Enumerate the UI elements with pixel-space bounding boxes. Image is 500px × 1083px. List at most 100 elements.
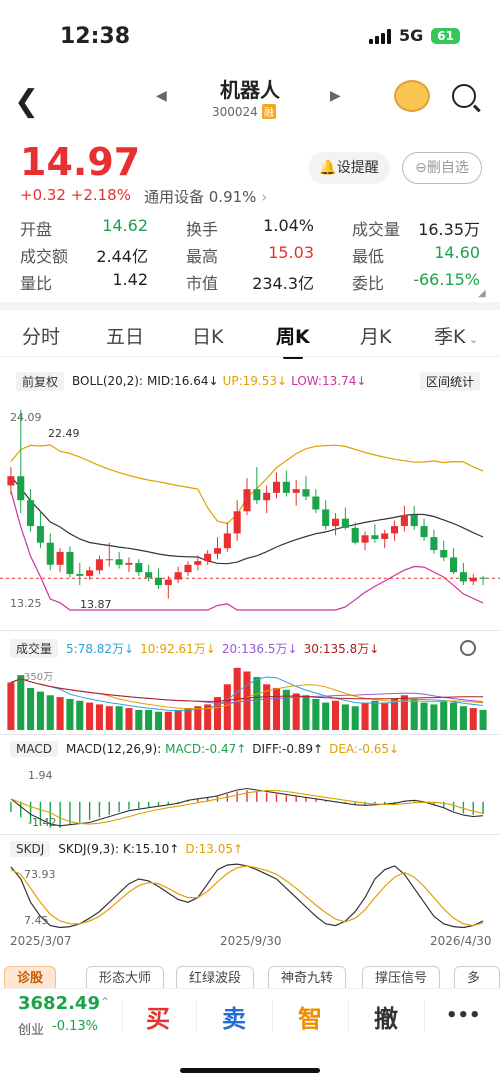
macd-chart[interactable] (0, 762, 500, 832)
skdj-top-label: 73.93 (24, 868, 56, 881)
set-alert-button[interactable]: 🔔设提醒 (308, 152, 390, 184)
battery-icon: 61 (431, 27, 460, 44)
candle-body (17, 476, 25, 501)
volume-bar (420, 702, 428, 730)
macd-bottom-label: -1.42 (28, 816, 57, 829)
expand-quote-icon[interactable]: ◢ (478, 288, 486, 299)
volume-bar (154, 711, 163, 730)
skdj-chart[interactable] (0, 862, 500, 932)
index-expand-icon[interactable]: ⌃ (100, 995, 110, 1009)
volume-bar (272, 687, 281, 730)
indicator-settings-icon[interactable] (460, 640, 476, 656)
volume-bar (361, 702, 369, 730)
last-price: 14.97 (20, 140, 141, 184)
candle-body (322, 509, 330, 527)
candle-body (371, 535, 379, 539)
volume-bar (115, 706, 123, 730)
analysis-toolbar: 诊股 形态大师 红绿波段 神奇九转 撑压信号 多空线 (0, 966, 500, 988)
range-stats-button[interactable]: 区间统计 (419, 371, 480, 391)
candle-body (351, 527, 359, 543)
tab-intraday[interactable]: 分时 (22, 322, 60, 349)
support-resistance-chip[interactable]: 撑压信号 (362, 966, 441, 988)
bottom-trade-bar: 3682.49 ⌃ 创业 -0.13% 买 卖 智 撤 ••• (0, 988, 500, 1044)
panel-divider (0, 834, 500, 835)
candle-body (440, 550, 448, 558)
home-indicator (180, 1068, 320, 1073)
high-price-label: 24.09 (10, 411, 42, 424)
candle-body (125, 562, 133, 565)
date-mid: 2025/9/30 (220, 934, 282, 948)
adjust-selector[interactable]: 前复权 (16, 371, 65, 391)
market-cap-label: 市值 (186, 273, 219, 293)
mascot-icon[interactable] (394, 80, 430, 112)
k-line (10, 863, 484, 929)
minus-circle-icon: ⊖ (415, 160, 427, 176)
d-line (10, 865, 484, 927)
candle-body (95, 559, 103, 571)
more-button[interactable]: ••• (446, 1005, 481, 1026)
candle-body (164, 579, 172, 586)
red-green-band-chip[interactable]: 红绿波段 (176, 966, 255, 988)
divider (424, 1001, 425, 1031)
volume-bar (391, 698, 399, 730)
tab-daily-k[interactable]: 日K (192, 322, 223, 349)
candle-body (331, 518, 340, 527)
search-icon[interactable] (452, 84, 476, 108)
index-value[interactable]: 3682.49 (18, 993, 100, 1014)
tab-quarterly-k[interactable]: 季K ⌄ (434, 322, 478, 349)
smart-button[interactable]: 智 (298, 999, 322, 1034)
next-stock-icon[interactable]: ▶ (330, 88, 341, 104)
volume-bar (17, 675, 25, 730)
d-value: D:13.05↑ (185, 842, 244, 856)
tab-five-day[interactable]: 五日 (106, 322, 144, 349)
volume-bar (292, 693, 300, 730)
candle-body (76, 574, 84, 576)
tab-weekly-k[interactable]: 周K (276, 322, 310, 359)
open-label: 开盘 (20, 219, 53, 239)
volume-bar (145, 709, 153, 730)
volume-bar (184, 708, 192, 730)
diff-value: DIFF:-0.89↑ (252, 742, 324, 756)
volume-bar (302, 695, 310, 730)
volume-bar (381, 702, 389, 730)
bell-icon: 🔔 (319, 160, 337, 176)
sector-link[interactable]: 通用设备 0.91% › (144, 186, 267, 207)
date-end: 2026/4/30 (430, 934, 492, 948)
volume-bar (135, 709, 143, 730)
candle-body (479, 577, 487, 579)
sell-button[interactable]: 卖 (222, 999, 246, 1034)
sector-text: 通用设备 0.91% (144, 188, 257, 206)
skdj-selector[interactable]: SKDJ (10, 841, 51, 857)
high-label: 最高 (186, 246, 219, 266)
pattern-master-chip[interactable]: 形态大师 (86, 966, 165, 988)
volume-bar (410, 698, 418, 730)
magic-nine-chip[interactable]: 神奇九转 (268, 966, 347, 988)
candle-body (263, 492, 271, 501)
candle-body (450, 557, 458, 573)
macd-label: MACD(12,26,9): (65, 742, 162, 756)
macd-legend: MACD MACD(12,26,9): MACD:-0.47↑ DIFF:-0.… (0, 738, 500, 760)
low-value: 14.60 (434, 242, 480, 262)
remove-watchlist-button[interactable]: ⊖删自选 (402, 152, 482, 184)
turnover-label: 换手 (186, 219, 219, 239)
candle-body (430, 537, 438, 551)
buy-button[interactable]: 买 (146, 999, 170, 1034)
candle-body (184, 564, 192, 573)
volume-bar (213, 697, 222, 730)
low-label: 最低 (352, 246, 385, 266)
candle-body (27, 500, 35, 527)
volume-ratio-value: 1.42 (112, 269, 148, 289)
volume-chart[interactable] (0, 662, 500, 732)
vol-ma10: 10:92.61万↓ (140, 641, 216, 656)
candle-body (115, 559, 123, 565)
long-short-chip[interactable]: 多空线 (454, 966, 500, 988)
candle-body (312, 496, 320, 510)
tab-monthly-k[interactable]: 月K (360, 322, 391, 349)
cancel-order-button[interactable]: 撤 (374, 999, 398, 1034)
candle-body (253, 489, 261, 501)
volume-selector[interactable]: 成交量 (10, 638, 59, 658)
change-percent: +2.18% (70, 186, 131, 204)
macd-selector[interactable]: MACD (10, 741, 58, 757)
candle-body (135, 562, 143, 573)
diagnose-chip[interactable]: 诊股 (4, 966, 57, 988)
